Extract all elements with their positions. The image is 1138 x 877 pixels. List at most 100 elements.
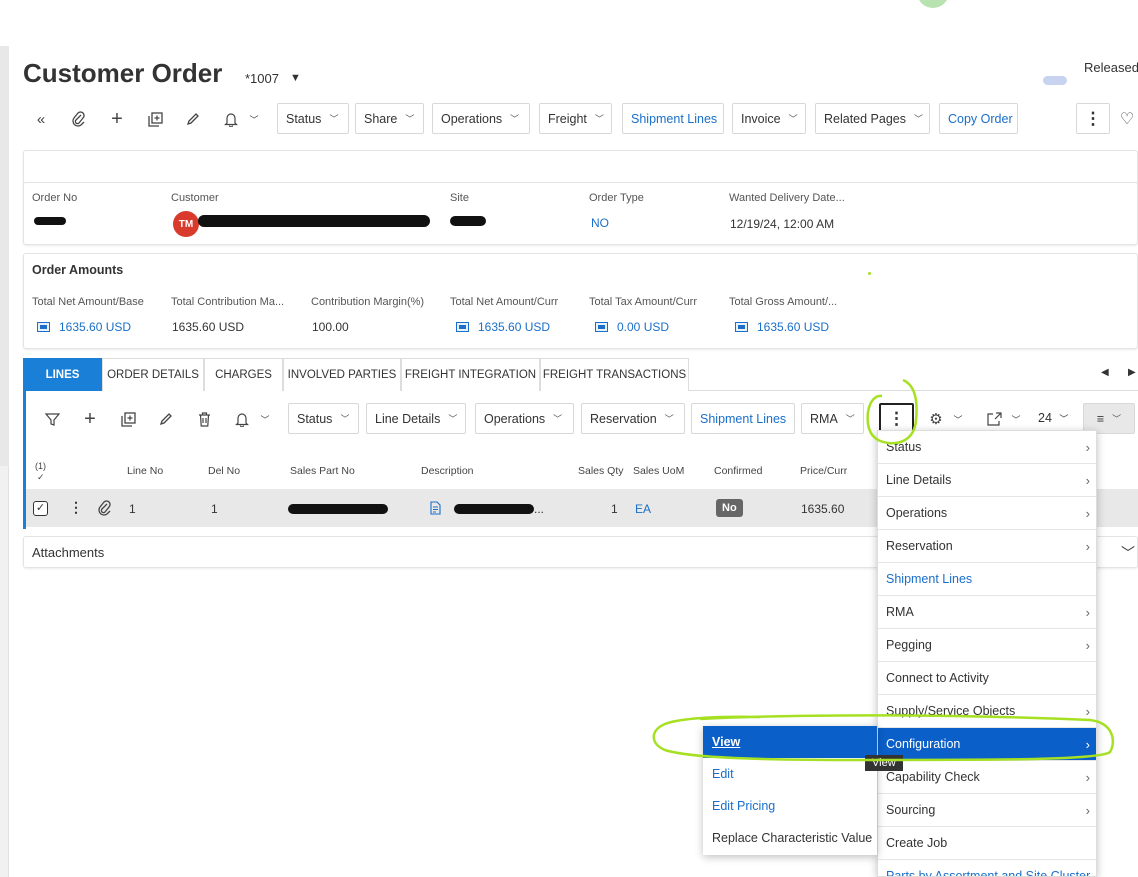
tab-lines[interactable]: LINES [23,358,102,391]
trash-icon[interactable] [191,403,217,435]
tab-freight-integration[interactable]: FREIGHT INTEGRATION [401,358,540,391]
related-pages-menu-button[interactable]: Related Pages ﹀ [815,103,930,134]
menu-item-line-details[interactable]: Line Details › [878,464,1096,497]
chevron-down-icon: ﹀ [914,114,924,124]
menu-item-reservation[interactable]: Reservation › [878,530,1096,563]
copy-order-button[interactable]: Copy Order [939,103,1018,134]
edit-pencil-icon[interactable] [180,103,206,135]
filter-icon[interactable] [39,403,65,435]
select-all-check-icon[interactable]: ✓ [37,472,45,483]
add-icon[interactable]: + [77,403,103,435]
chevron-down-icon: ﹀ [1112,414,1122,424]
column-header[interactable]: Del No [208,465,240,477]
more-options-icon[interactable]: ⋮ [1076,103,1110,134]
line-operations-menu-button[interactable]: Operations ﹀ [475,403,574,434]
submenu-item-edit-pricing[interactable]: Edit Pricing [703,790,877,822]
amount-icon [37,322,50,332]
amount-label: Total Net Amount/Curr [450,296,559,308]
column-header[interactable]: Line No [127,465,163,477]
chevron-down-icon: ﹀ [788,114,798,124]
freight-menu-button[interactable]: Freight ﹀ [539,103,612,134]
scroll-left-icon[interactable]: ◀ [1101,367,1109,378]
document-icon[interactable] [430,501,441,518]
column-header[interactable]: Sales Part No [290,465,355,477]
tab-order-details[interactable]: ORDER DETAILS [102,358,204,391]
confirmed-badge: No [716,499,743,517]
chevron-down-icon[interactable]: ﹀ [241,103,267,135]
column-header[interactable]: Price/Curr [800,465,847,477]
menu-item-capability-check[interactable]: Capability Check › [878,761,1096,794]
share-menu-button[interactable]: Share ﹀ [355,103,424,134]
order-type-value[interactable]: NO [591,216,609,230]
chevron-right-icon: › [1085,802,1090,818]
chevron-down-icon: ﹀ [664,414,674,424]
rma-menu-button[interactable]: RMA ﹀ [801,403,864,434]
wanted-delivery-value: 12/19/24, 12:00 AM [730,217,835,231]
paperclip-icon[interactable] [98,500,112,519]
duplicate-icon[interactable] [142,103,168,135]
chevron-right-icon: › [1085,703,1090,719]
menu-item-connect-to-activity[interactable]: Connect to Activity [878,662,1096,695]
add-icon[interactable]: + [104,103,130,135]
operations-menu-button[interactable]: Operations ﹀ [432,103,530,134]
submenu-item-edit[interactable]: Edit [703,758,877,790]
menu-item-pegging[interactable]: Pegging › [878,629,1096,662]
chevron-right-icon: › [1085,736,1090,752]
order-type-label: Order Type [589,192,644,204]
chevron-down-icon[interactable]: ﹀ [252,403,278,435]
double-chevron-left-icon[interactable]: « [28,103,54,135]
menu-item-sourcing[interactable]: Sourcing › [878,794,1096,827]
chevron-down-icon[interactable]: ▼ [290,72,301,84]
column-header[interactable]: Description [421,465,474,477]
menu-item-rma[interactable]: RMA › [878,596,1096,629]
menu-item-configuration[interactable]: Configuration › [878,728,1096,761]
del-no-cell: 1 [211,502,218,516]
chevron-right-icon: › [1085,637,1090,653]
reservation-menu-button[interactable]: Reservation ﹀ [581,403,685,434]
amount-icon [735,322,748,332]
chevron-down-icon[interactable]: ﹀ [1121,543,1135,563]
description-ellipsis: ... [534,502,545,516]
column-header[interactable]: Sales Qty [578,465,624,477]
amount-value[interactable]: 1635.60 USD [735,320,829,334]
chevron-right-icon: › [1085,604,1090,620]
line-details-menu-button[interactable]: Line Details ﹀ [366,403,466,434]
user-avatar-partial[interactable] [917,0,949,8]
tab-charges[interactable]: CHARGES [204,358,283,391]
menu-item-parts-by-assortment[interactable]: Parts by Assortment and Site Cluster [878,860,1096,876]
tab-freight-transactions[interactable]: FREIGHT TRANSACTIONS [540,358,689,391]
tab-involved-parties[interactable]: INVOLVED PARTIES [283,358,401,391]
menu-item-supply-service-objects[interactable]: Supply/Service Objects › [878,695,1096,728]
heart-icon[interactable]: ♡ [1114,103,1138,135]
chevron-down-icon: ﹀ [594,114,604,124]
amount-icon [595,322,608,332]
amount-value[interactable]: 1635.60 USD [37,320,131,334]
sales-uom-cell[interactable]: EA [635,502,651,516]
line-shipment-lines-button[interactable]: Shipment Lines [691,403,795,434]
row-checkbox[interactable]: ✓ [33,501,48,516]
submenu-item-replace-characteristic-value[interactable]: Replace Characteristic Value [703,822,877,854]
submenu-item-view[interactable]: View [703,726,877,758]
scroll-right-icon[interactable]: ▶ [1128,367,1136,378]
redacted-sales-part [288,504,388,514]
menu-item-create-job[interactable]: Create Job [878,827,1096,860]
left-nav-strip-shade [0,46,9,466]
lines-tabs: LINES ORDER DETAILS CHARGES INVOLVED PAR… [23,358,1138,391]
paperclip-icon[interactable] [66,103,92,135]
amount-value[interactable]: 1635.60 USD [456,320,550,334]
invoice-menu-button[interactable]: Invoice ﹀ [732,103,806,134]
line-status-menu-button[interactable]: Status ﹀ [288,403,359,434]
menu-item-status[interactable]: Status › [878,431,1096,464]
sales-qty-cell: 1 [611,502,618,516]
shipment-lines-button[interactable]: Shipment Lines [622,103,724,134]
duplicate-icon[interactable] [115,403,141,435]
edit-pencil-icon[interactable] [153,403,179,435]
status-menu-button[interactable]: Status ﹀ [277,103,349,134]
menu-item-operations[interactable]: Operations › [878,497,1096,530]
column-header[interactable]: Sales UoM [633,465,684,477]
amount-value[interactable]: 0.00 USD [595,320,669,334]
menu-item-shipment-lines[interactable]: Shipment Lines [878,563,1096,596]
row-menu-icon[interactable]: ⋮ [69,499,83,516]
column-header[interactable]: Confirmed [714,465,762,477]
page-size-selector[interactable]: 24 ﹀ [1038,411,1068,425]
